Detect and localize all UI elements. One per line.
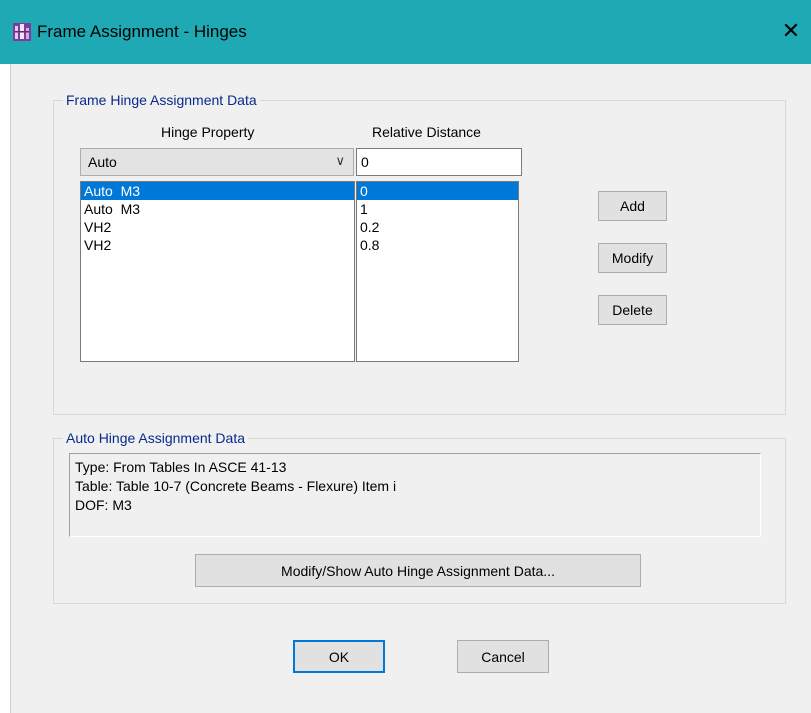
- relative-distance-header: Relative Distance: [372, 124, 481, 140]
- hinge-property-list-item[interactable]: Auto M3: [81, 182, 354, 200]
- add-button[interactable]: Add: [598, 191, 667, 221]
- modify-show-auto-hinge-button[interactable]: Modify/Show Auto Hinge Assignment Data..…: [195, 554, 641, 587]
- window-title: Frame Assignment - Hinges: [37, 22, 247, 41]
- auto-hinge-table-line: Table: Table 10-7 (Concrete Beams - Flex…: [75, 478, 397, 494]
- frame-hinge-group: Frame Hinge Assignment Data Hinge Proper…: [53, 92, 786, 415]
- modify-button[interactable]: Modify: [598, 243, 667, 273]
- relative-distance-list-item[interactable]: 0.8: [357, 236, 518, 254]
- cancel-button[interactable]: Cancel: [457, 640, 549, 673]
- relative-distance-input[interactable]: [361, 151, 511, 173]
- hinge-property-header: Hinge Property: [161, 124, 255, 140]
- auto-hinge-group-label: Auto Hinge Assignment Data: [63, 430, 248, 446]
- app-icon: [13, 23, 31, 41]
- auto-hinge-info-box: Type: From Tables In ASCE 41-13 Table: T…: [69, 453, 761, 537]
- relative-distance-list-item[interactable]: 0.2: [357, 218, 518, 236]
- hinge-property-list-item[interactable]: Auto M3: [81, 200, 354, 218]
- auto-hinge-dof-line: DOF: M3: [75, 497, 132, 513]
- auto-hinge-type-line: Type: From Tables In ASCE 41-13: [75, 459, 287, 475]
- delete-button[interactable]: Delete: [598, 295, 667, 325]
- hinge-property-list-item[interactable]: VH2: [81, 236, 354, 254]
- hinge-property-selected: Auto: [88, 154, 117, 170]
- relative-distance-field[interactable]: [356, 148, 522, 176]
- title-bar[interactable]: Frame Assignment - Hinges ✕: [0, 0, 811, 64]
- relative-distance-list-item[interactable]: 0: [357, 182, 518, 200]
- relative-distance-list-item[interactable]: 1: [357, 200, 518, 218]
- hinge-property-list-item[interactable]: VH2: [81, 218, 354, 236]
- close-icon[interactable]: ✕: [779, 19, 803, 43]
- hinge-property-list[interactable]: Auto M3 Auto M3 VH2 VH2: [80, 181, 355, 362]
- hinge-property-dropdown[interactable]: Auto ∨: [80, 148, 354, 176]
- frame-hinge-group-label: Frame Hinge Assignment Data: [63, 92, 260, 108]
- relative-distance-list[interactable]: 0 1 0.2 0.8: [356, 181, 519, 362]
- chevron-down-icon: ∨: [335, 153, 345, 168]
- dialog-body: Frame Hinge Assignment Data Hinge Proper…: [10, 64, 811, 713]
- ok-button[interactable]: OK: [293, 640, 385, 673]
